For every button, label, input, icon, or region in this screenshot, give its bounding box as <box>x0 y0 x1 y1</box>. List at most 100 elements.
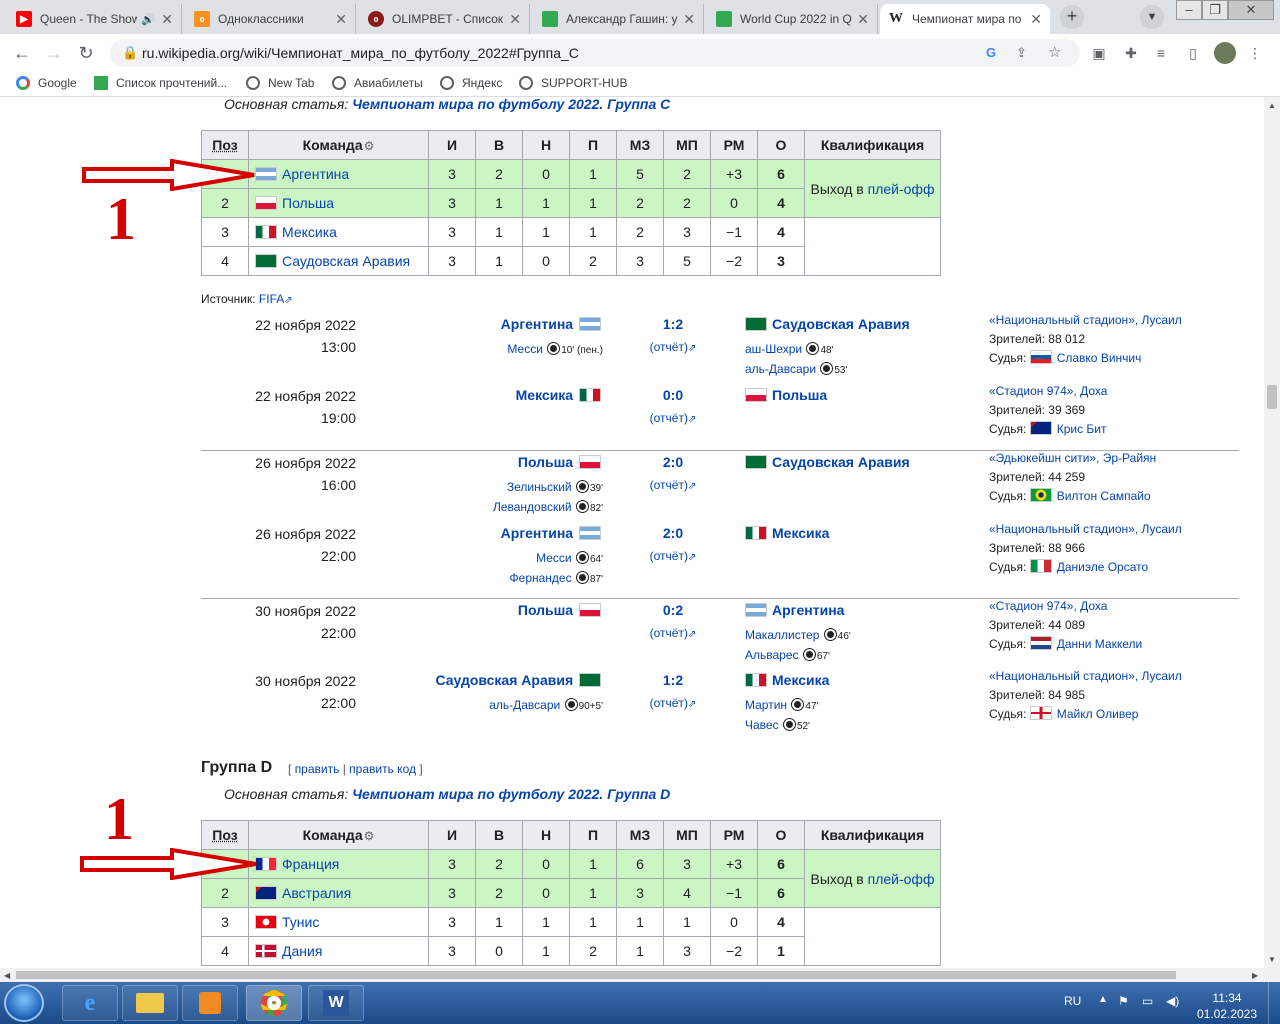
match-score[interactable]: 0:0 <box>621 387 725 403</box>
referee-link[interactable]: Даниэле Орсато <box>1057 560 1148 574</box>
profile-avatar[interactable] <box>1214 42 1236 64</box>
clock[interactable]: 11:34 01.02.2023 <box>1196 990 1258 1022</box>
tray-arrow-icon[interactable]: ▲ <box>1098 994 1108 1005</box>
team-link[interactable]: Польша <box>772 387 827 403</box>
tab-worldcup-sheet[interactable]: World Cup 2022 in Q ✕ <box>708 4 878 34</box>
tab-odnoklassniki[interactable]: о Одноклассники ✕ <box>186 4 356 34</box>
match-score[interactable]: 0:2 <box>621 602 725 618</box>
scorer-link[interactable]: Зелиньский <box>507 480 572 494</box>
share-icon[interactable]: ⇪ <box>1016 39 1027 67</box>
show-desktop-button[interactable] <box>1268 982 1280 1024</box>
scorer-link[interactable]: Макаллистер <box>745 628 819 642</box>
team-link[interactable]: Мексика <box>516 387 573 403</box>
playoff-link[interactable]: плей-офф <box>868 181 935 197</box>
match-report-link[interactable]: (отчёт)⇗ <box>621 340 725 354</box>
team-link[interactable]: Польша <box>282 195 334 211</box>
address-bar[interactable]: 🔒 ru.wikipedia.org/wiki/Чемпионат_мира_п… <box>110 39 1080 67</box>
network-icon[interactable]: ▭ <box>1142 994 1153 1008</box>
stadium-link[interactable]: «Национальный стадион», Лусаил <box>989 669 1182 683</box>
main-article-link-d[interactable]: Чемпионат мира по футболу 2022. Группа D <box>352 786 670 802</box>
tab-olimpbet[interactable]: o OLIMPBET - Список ✕ <box>360 4 530 34</box>
team-link[interactable]: Польша <box>518 454 573 470</box>
media-control-icon[interactable]: ≡ <box>1150 42 1172 64</box>
referee-link[interactable]: Вилтон Сампайо <box>1057 489 1151 503</box>
referee-link[interactable]: Крис Бит <box>1057 422 1107 436</box>
scrollbar-thumb[interactable] <box>16 971 1176 979</box>
team-link[interactable]: Аргентина <box>282 166 349 182</box>
start-button[interactable] <box>4 984 44 1022</box>
match-score[interactable]: 2:0 <box>621 454 725 470</box>
stadium-link[interactable]: «Стадион 974», Доха <box>989 384 1107 398</box>
team-link[interactable]: Саудовская Аравия <box>282 253 410 269</box>
team-link[interactable]: Аргентина <box>501 525 573 541</box>
match-report-link[interactable]: (отчёт)⇗ <box>621 478 725 492</box>
close-tab-icon[interactable]: ✕ <box>509 11 521 28</box>
forward-arrow-icon[interactable]: → <box>42 41 66 65</box>
match-score[interactable]: 1:2 <box>621 316 725 332</box>
match-report-link[interactable]: (отчёт)⇗ <box>621 626 725 640</box>
scorer-link[interactable]: Фернандес <box>510 571 572 585</box>
referee-link[interactable]: Майкл Оливер <box>1057 707 1139 721</box>
close-tab-icon[interactable]: ✕ <box>683 11 695 28</box>
stadium-link[interactable]: «Стадион 974», Доха <box>989 599 1107 613</box>
bookmark-support-hub[interactable]: SUPPORT-HUB <box>519 76 627 90</box>
bookmark-star-icon[interactable]: ☆ <box>1048 39 1061 67</box>
team-link[interactable]: Мексика <box>282 224 337 240</box>
chrome-icon[interactable] <box>246 985 302 1021</box>
internet-explorer-icon[interactable]: e <box>62 985 118 1021</box>
close-tab-icon[interactable]: ✕ <box>335 11 347 28</box>
scorer-link[interactable]: Альварес <box>745 648 799 662</box>
close-window-button[interactable]: ✕ <box>1228 0 1274 20</box>
stadium-link[interactable]: «Эдьюкейшн сити», Эр-Райян <box>989 451 1156 465</box>
media-player-icon[interactable] <box>182 985 238 1021</box>
col-pos[interactable]: Поз <box>201 130 249 160</box>
back-arrow-icon[interactable]: ← <box>10 41 34 65</box>
close-tab-icon[interactable]: ✕ <box>857 11 869 28</box>
word-icon[interactable]: W <box>308 985 364 1021</box>
flag-notification-icon[interactable]: ⚑ <box>1118 994 1129 1008</box>
edit-link[interactable]: править <box>295 762 340 776</box>
match-report-link[interactable]: (отчёт)⇗ <box>621 696 725 710</box>
speaker-icon[interactable]: 🔊 <box>141 13 155 26</box>
scorer-link[interactable]: аль-Давсари <box>489 698 560 712</box>
scorer-link[interactable]: Левандовский <box>493 500 572 514</box>
language-indicator[interactable]: RU <box>1064 994 1081 1008</box>
bookmark-new-tab[interactable]: New Tab <box>246 76 314 90</box>
menu-kebab-icon[interactable]: ⋮ <box>1244 42 1266 64</box>
team-link[interactable]: Аргентина <box>501 316 573 332</box>
restore-button[interactable]: ❐ <box>1202 0 1228 20</box>
match-report-link[interactable]: (отчёт)⇗ <box>621 549 725 563</box>
lock-icon[interactable]: 🔒 <box>122 39 138 67</box>
referee-link[interactable]: Данни Маккели <box>1057 637 1143 651</box>
stadium-link[interactable]: «Национальный стадион», Лусаил <box>989 313 1182 327</box>
scorer-link[interactable]: Мартин <box>745 698 787 712</box>
close-tab-icon[interactable]: ✕ <box>1030 11 1042 28</box>
google-translate-icon[interactable]: G <box>986 39 996 67</box>
tab-wikipedia[interactable]: W Чемпионат мира по ✕ <box>880 4 1050 34</box>
match-score[interactable]: 1:2 <box>621 672 725 688</box>
close-tab-icon[interactable]: ✕ <box>161 11 173 28</box>
fifa-source-link[interactable]: FIFA <box>259 292 284 306</box>
team-link[interactable]: Мексика <box>772 525 829 541</box>
team-link[interactable]: Мексика <box>772 672 829 688</box>
tab-gashin[interactable]: Александр Гашин: у ✕ <box>534 4 704 34</box>
scrollbar-thumb[interactable] <box>1267 385 1277 409</box>
extension-profile-icon[interactable]: ▣ <box>1088 42 1110 64</box>
scroll-down-arrow-icon[interactable]: ▼ <box>1268 955 1276 964</box>
volume-icon[interactable]: ◀) <box>1166 994 1179 1008</box>
bookmark-yandex[interactable]: Яндекс <box>440 76 502 90</box>
scorer-link[interactable]: Месси <box>536 551 572 565</box>
team-link[interactable]: Саудовская Аравия <box>435 672 573 688</box>
main-article-link-c[interactable]: Чемпионат мира по футболу 2022. Группа C <box>352 97 670 112</box>
gear-icon[interactable]: ⚙ <box>364 829 375 843</box>
team-link[interactable]: Саудовская Аравия <box>772 316 910 332</box>
team-link[interactable]: Дания <box>282 943 322 959</box>
horizontal-scrollbar[interactable]: ◀ ▶ <box>0 968 1280 982</box>
bookmark-reading-list[interactable]: Список прочтений... <box>94 76 227 90</box>
scorer-link[interactable]: аш-Шехри <box>745 342 802 356</box>
match-score[interactable]: 2:0 <box>621 525 725 541</box>
gear-icon[interactable]: ⚙ <box>364 139 375 153</box>
scroll-left-arrow-icon[interactable]: ◀ <box>4 971 10 980</box>
extensions-puzzle-icon[interactable]: ✚ <box>1120 42 1142 64</box>
playoff-link[interactable]: плей-офф <box>868 871 935 887</box>
